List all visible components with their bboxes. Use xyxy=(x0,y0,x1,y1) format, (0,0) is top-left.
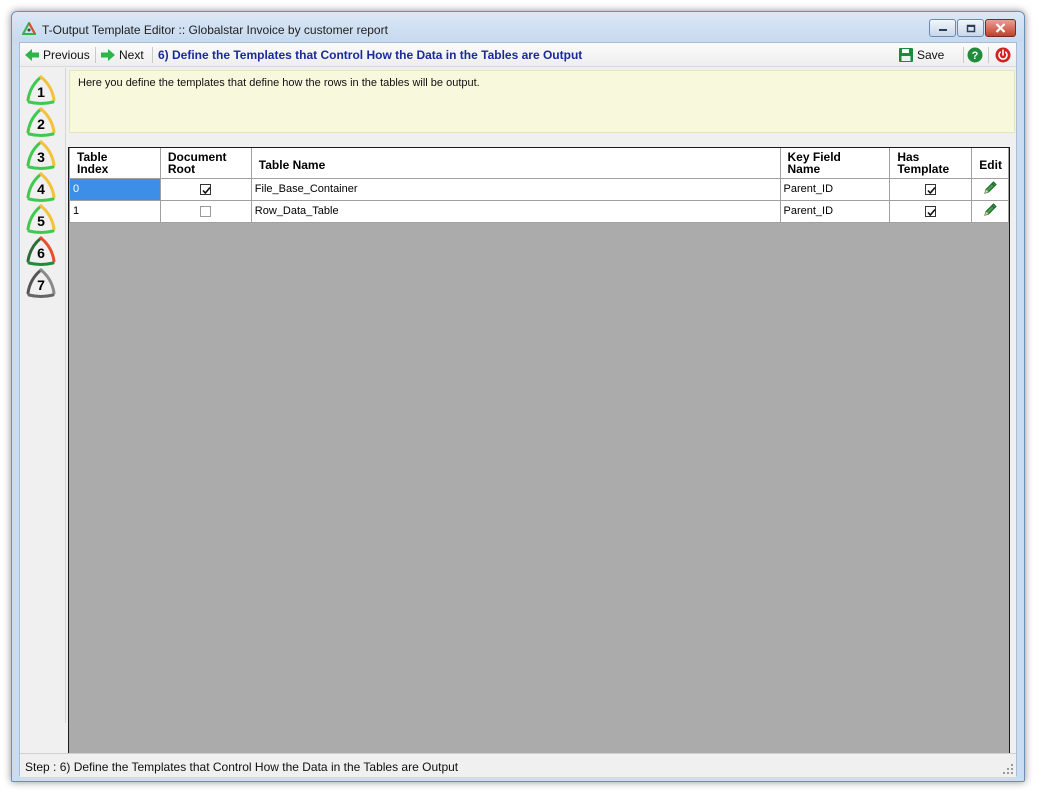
column-header-line: Root xyxy=(167,162,196,176)
cell-document-root[interactable] xyxy=(159,199,252,223)
column-header-line: Edit xyxy=(979,157,1002,172)
toolbar: Previous Next 6) Define the Templates th… xyxy=(20,43,1016,67)
has-template-checkbox[interactable] xyxy=(925,183,937,195)
column-header-has-template[interactable]: Has Template xyxy=(889,148,973,179)
cell-edit[interactable] xyxy=(971,177,1009,201)
step-2-button[interactable]: 2 xyxy=(24,106,58,138)
column-header-line: Template xyxy=(897,162,950,176)
checkmark-icon xyxy=(927,208,936,216)
maximize-icon xyxy=(966,24,975,32)
step-4-button[interactable]: 4 xyxy=(24,171,58,203)
save-button[interactable]: Save xyxy=(898,46,944,64)
arrow-left-icon xyxy=(25,49,39,61)
steps-sidebar: 1 2 3 4 5 6 7 xyxy=(20,68,66,723)
close-button[interactable] xyxy=(985,19,1016,37)
table-row[interactable]: 0 File_Base_Container Parent_ID xyxy=(69,177,1009,201)
help-button[interactable]: ? xyxy=(967,46,983,64)
column-header-document-root[interactable]: Document Root xyxy=(159,148,252,179)
close-icon xyxy=(995,23,1006,33)
cell-table-index[interactable]: 1 xyxy=(69,199,161,223)
checkmark-icon xyxy=(927,186,936,194)
floppy-disk-icon xyxy=(899,48,913,62)
step-number: 5 xyxy=(37,213,45,229)
document-root-checkbox[interactable] xyxy=(200,183,212,195)
main-content: Previous Next 6) Define the Templates th… xyxy=(19,42,1017,777)
previous-button[interactable]: Previous xyxy=(24,46,90,64)
column-header-edit[interactable]: Edit xyxy=(971,148,1009,179)
app-logo-icon xyxy=(22,22,36,35)
cell-has-template[interactable] xyxy=(889,177,973,201)
app-window: T-Output Template Editor :: Globalstar I… xyxy=(11,11,1025,782)
step-7-button[interactable]: 7 xyxy=(24,267,58,299)
cell-table-index[interactable]: 0 xyxy=(69,177,161,201)
status-text: Step : 6) Define the Templates that Cont… xyxy=(25,760,459,774)
next-label: Next xyxy=(119,48,144,62)
step-number: 7 xyxy=(37,277,45,293)
window-controls xyxy=(928,19,1016,37)
minimize-button[interactable] xyxy=(929,19,956,37)
column-header-line: Name xyxy=(787,162,821,176)
checkmark-icon xyxy=(202,186,211,194)
document-root-checkbox[interactable] xyxy=(200,205,212,217)
toolbar-separator xyxy=(95,47,96,63)
pencil-icon[interactable] xyxy=(982,202,998,218)
step-number: 1 xyxy=(37,84,45,100)
step-title: 6) Define the Templates that Control How… xyxy=(158,48,583,62)
cell-has-template[interactable] xyxy=(889,199,973,223)
column-header-line: Index xyxy=(77,162,109,176)
cell-key-field-name[interactable]: Parent_ID xyxy=(779,177,891,201)
toolbar-separator xyxy=(152,47,153,63)
cell-table-name[interactable]: File_Base_Container xyxy=(250,177,781,201)
column-header-table-name[interactable]: Table Name xyxy=(250,148,781,179)
pencil-icon[interactable] xyxy=(982,180,998,196)
title-bar[interactable]: T-Output Template Editor :: Globalstar I… xyxy=(12,12,1024,42)
resize-grip-icon[interactable] xyxy=(1002,763,1014,775)
next-button[interactable]: Next xyxy=(100,46,144,64)
step-description: Here you define the templates that defin… xyxy=(69,70,1015,133)
arrow-right-icon xyxy=(101,49,115,61)
has-template-checkbox[interactable] xyxy=(925,205,937,217)
cell-table-name[interactable]: Row_Data_Table xyxy=(250,199,781,223)
step-number: 4 xyxy=(37,181,45,197)
step-5-button[interactable]: 5 xyxy=(24,203,58,235)
window-title: T-Output Template Editor :: Globalstar I… xyxy=(42,23,388,37)
table-header-row: Table Index Document Root Table Name Key… xyxy=(69,148,1009,179)
svg-text:?: ? xyxy=(972,50,979,62)
templates-table: Table Index Document Root Table Name Key… xyxy=(69,148,1009,223)
power-icon xyxy=(995,47,1011,63)
toolbar-separator xyxy=(988,47,989,63)
table-row[interactable]: 1 Row_Data_Table Parent_ID xyxy=(69,199,1009,223)
cell-document-root[interactable] xyxy=(159,177,252,201)
previous-label: Previous xyxy=(43,48,90,62)
step-number: 2 xyxy=(37,116,45,132)
save-label: Save xyxy=(917,48,945,62)
templates-grid[interactable]: Table Index Document Root Table Name Key… xyxy=(68,147,1010,758)
toolbar-separator xyxy=(963,47,964,63)
step-number: 6 xyxy=(37,245,45,261)
step-1-button[interactable]: 1 xyxy=(24,74,58,106)
help-icon: ? xyxy=(967,47,983,63)
exit-button[interactable] xyxy=(995,46,1011,64)
column-header-table-index[interactable]: Table Index xyxy=(69,148,161,179)
maximize-button[interactable] xyxy=(957,19,984,37)
column-header-line: Table Name xyxy=(258,157,326,172)
column-header-key-field-name[interactable]: Key Field Name xyxy=(779,148,891,179)
step-6-button[interactable]: 6 xyxy=(24,235,58,267)
step-3-button[interactable]: 3 xyxy=(24,139,58,171)
status-bar: Step : 6) Define the Templates that Cont… xyxy=(20,753,1016,777)
cell-edit[interactable] xyxy=(971,199,1009,223)
minimize-icon xyxy=(938,29,947,31)
cell-key-field-name[interactable]: Parent_ID xyxy=(779,199,891,223)
step-number: 3 xyxy=(37,149,45,165)
